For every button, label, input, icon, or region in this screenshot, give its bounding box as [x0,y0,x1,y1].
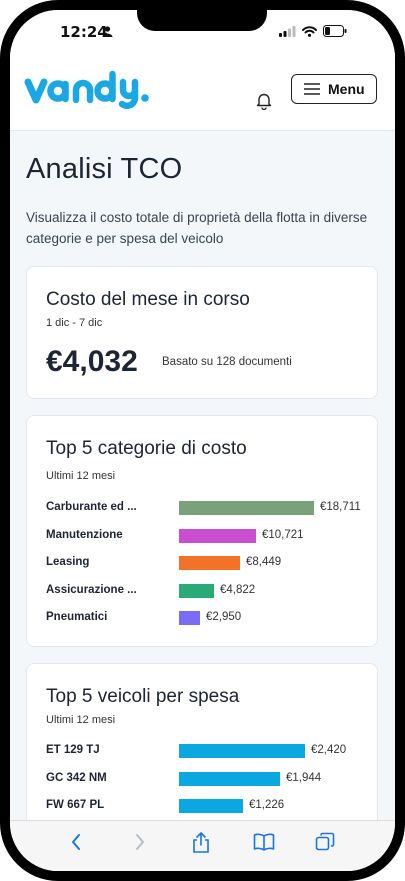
categories-card-period: Ultimi 12 mesi [46,470,116,482]
bar-row: Assicurazione ... €4,822 [46,581,366,601]
phone-frame: 12:24 Menu Analisi TCO Visualizza il cos… [0,0,405,881]
bar-label: Assicurazione ... [46,583,137,596]
bar [179,799,243,813]
bar-value-label: €2,950 [206,611,242,623]
bar-value-label: €1,944 [286,771,322,784]
bar-row: ET 129 TJ €2,420 [46,741,366,761]
bar-row: Pneumatici €2,950 [46,608,366,628]
bar-row: Leasing €8,449 [46,553,366,573]
categories-card-title: Top 5 categorie di costo [46,438,247,459]
bar [179,501,314,515]
vehicles-card-period: Ultimi 12 mesi [46,714,116,726]
bar [179,744,305,758]
bell-icon[interactable] [256,92,272,110]
status-icons [279,25,347,37]
back-icon[interactable] [70,832,82,852]
bar-value-label: €4,822 [220,583,256,596]
share-icon[interactable] [192,832,210,854]
vehicles-card-title: Top 5 veicoli per spesa [46,686,240,707]
month-amount: €4,032 [46,345,138,378]
bar [179,583,214,598]
bar-value-label: €2,420 [311,744,347,756]
person-icon [102,26,113,37]
notch [137,10,267,31]
bar-label: Leasing [46,556,90,568]
bar-row: FW 667 PL €1,226 [46,796,366,816]
hamburger-icon [304,83,320,95]
battery-icon [323,25,347,37]
bar-row: Manutenzione €10,721 [46,526,366,546]
bookmarks-icon[interactable] [253,832,275,852]
forward-icon[interactable] [134,832,146,852]
bar-value-label: €1,226 [249,799,285,811]
bar-value-label: €10,721 [262,528,304,541]
categories-card: Top 5 categorie di costo Ultimi 12 mesi … [26,415,378,647]
status-time: 12:24 [60,23,108,41]
page-subtitle: Visualizza il costo totale di proprietà … [26,210,368,246]
month-basis: Basato su 128 documenti [162,356,292,368]
tabs-icon[interactable] [315,832,335,852]
signal-icon [279,25,296,37]
bar-label: FW 667 PL [46,799,105,811]
menu-label: Menu [328,81,365,97]
vandy-logo[interactable] [24,68,154,114]
wifi-icon [302,25,317,37]
bar [179,556,240,570]
screen: 12:24 Menu Analisi TCO Visualizza il cos… [10,10,395,871]
page-title: Analisi TCO [26,153,183,185]
browser-toolbar [10,820,395,871]
month-card-period: 1 dic - 7 dic [46,317,103,329]
bar-value-label: €8,449 [246,556,282,568]
bar-label: Manutenzione [46,528,123,541]
bar-row: Carburante ed ... €18,711 [46,498,366,518]
bar-label: Pneumatici [46,611,108,623]
menu-button[interactable]: Menu [291,74,377,104]
bar [179,771,280,786]
bar-label: GC 342 NM [46,771,107,784]
vehicles-card: Top 5 veicoli per spesa Ultimi 12 mesi E… [26,663,378,831]
bar-row: GC 342 NM €1,944 [46,769,366,789]
bar-label: Carburante ed ... [46,501,137,513]
bar-label: ET 129 TJ [46,744,100,756]
bar [179,528,256,543]
app-header: Menu [10,56,395,131]
bar [179,611,200,625]
month-card-title: Costo del mese in corso [46,289,250,310]
bar-value-label: €18,711 [320,501,361,513]
month-cost-card: Costo del mese in corso 1 dic - 7 dic €4… [26,266,378,399]
main-content: Analisi TCO Visualizza il costo totale d… [10,131,395,831]
